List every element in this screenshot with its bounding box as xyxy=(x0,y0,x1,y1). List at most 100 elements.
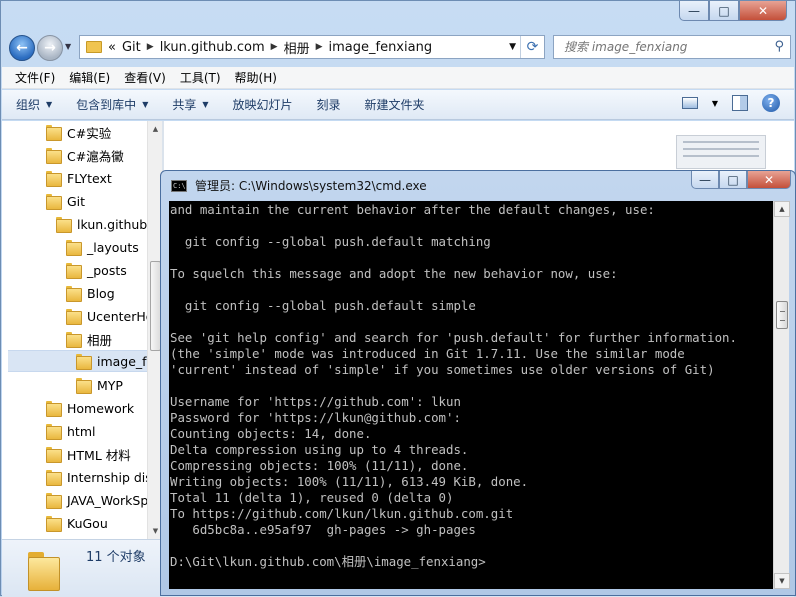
folder-icon xyxy=(46,171,62,187)
chevron-right-icon[interactable]: ▶ xyxy=(147,42,154,52)
console-line: Password for 'https://lkun@github.com': xyxy=(170,410,461,425)
tree-item[interactable]: 相册 xyxy=(66,328,112,350)
cmd-window: C:\ 管理员: C:\Windows\system32\cmd.exe — □… xyxy=(160,170,796,596)
tree-item-label: UcenterHo xyxy=(87,308,154,324)
breadcrumb-lkun-github[interactable]: lkun.github.com xyxy=(160,40,265,55)
tree-item[interactable]: FLYtext xyxy=(46,167,112,189)
preview-pane-icon[interactable] xyxy=(732,95,748,111)
address-bar[interactable]: « Git ▶ lkun.github.com ▶ 相册 ▶ image_fen… xyxy=(79,35,545,59)
breadcrumb-album[interactable]: 相册 xyxy=(284,38,310,57)
tree-item[interactable]: UcenterHo xyxy=(66,305,153,327)
tree-item[interactable]: MYP xyxy=(76,374,123,396)
share-label: 共享 xyxy=(172,98,197,112)
menu-tools[interactable]: 工具(T) xyxy=(173,69,228,86)
tree-item[interactable]: html xyxy=(46,420,95,442)
scrollbar-thumb[interactable] xyxy=(776,301,788,329)
tree-item-label: html xyxy=(67,423,96,439)
breadcrumb-git[interactable]: Git xyxy=(122,40,141,55)
cmd-minimize-button[interactable]: — xyxy=(691,171,719,189)
scroll-down-icon[interactable]: ▼ xyxy=(774,573,790,589)
chevron-right-icon[interactable]: ▶ xyxy=(271,42,278,52)
burn-label: 刻录 xyxy=(316,98,341,112)
tree-item[interactable]: HTML 材料 xyxy=(46,443,131,465)
menu-file[interactable]: 文件(F) xyxy=(8,69,62,86)
address-overflow[interactable]: « xyxy=(108,40,116,55)
file-thumbnail[interactable] xyxy=(676,135,766,169)
console-line: 'current' instead of 'simple' if you som… xyxy=(170,362,715,377)
tree-item[interactable]: Homework xyxy=(46,397,134,419)
recent-pages-dropdown[interactable]: ▼ xyxy=(65,42,71,51)
close-button[interactable]: ✕ xyxy=(739,1,787,21)
chevron-down-icon: ▼ xyxy=(202,100,209,109)
folder-icon xyxy=(46,401,62,417)
minimize-button[interactable]: — xyxy=(679,1,709,21)
refresh-icon[interactable]: ⟳ xyxy=(520,36,544,58)
navigation-pane: C#实验 C#滬為黴 FLYtext Git lkun.github.c _la… xyxy=(2,121,162,539)
folder-icon xyxy=(46,194,62,210)
breadcrumb-image-fenxiang[interactable]: image_fenxiang xyxy=(329,40,433,55)
organize-button[interactable]: 组织 ▼ xyxy=(16,96,52,113)
tree-item[interactable]: Internship dis xyxy=(46,466,152,488)
change-view-icon[interactable] xyxy=(681,97,698,109)
tree-item[interactable]: lkun.github.c xyxy=(56,213,158,235)
toolbar-right: ▼ ? xyxy=(681,94,780,112)
help-icon[interactable]: ? xyxy=(762,94,780,112)
chevron-down-icon[interactable]: ▼ xyxy=(509,36,516,58)
search-box[interactable]: ⚲ xyxy=(553,35,791,59)
menu-edit[interactable]: 编辑(E) xyxy=(62,69,117,86)
tree-item[interactable]: JAVA_WorkSp xyxy=(46,489,148,511)
folder-icon xyxy=(66,332,82,348)
new-folder-label: 新建文件夹 xyxy=(364,98,425,112)
slideshow-button[interactable]: 放映幻灯片 xyxy=(233,96,293,113)
tree-item-label: FLYtext xyxy=(67,170,112,186)
chevron-right-icon[interactable]: ▶ xyxy=(316,42,323,52)
new-folder-button[interactable]: 新建文件夹 xyxy=(365,96,425,113)
tree-item-label: _posts xyxy=(87,262,127,278)
search-icon[interactable]: ⚲ xyxy=(774,39,784,54)
console-output[interactable]: and maintain the current behavior after … xyxy=(169,201,773,589)
tree-item[interactable]: KuGou xyxy=(46,512,108,534)
chevron-down-icon: ▼ xyxy=(142,100,149,109)
folder-icon xyxy=(66,309,82,325)
tree-item[interactable]: Git xyxy=(46,190,85,212)
cmd-maximize-button[interactable]: □ xyxy=(719,171,747,189)
console-line: See 'git help config' and search for 'pu… xyxy=(170,330,737,345)
maximize-button[interactable]: □ xyxy=(709,1,739,21)
include-in-library-button[interactable]: 包含到库中 ▼ xyxy=(76,96,148,113)
navigation-bar: ← → ▼ « Git ▶ lkun.github.com ▶ 相册 ▶ ima… xyxy=(7,33,791,61)
cmd-title: 管理员: C:\Windows\system32\cmd.exe xyxy=(195,179,427,193)
tree-item[interactable]: C#实验 xyxy=(46,121,111,143)
tree-item-label: KuGou xyxy=(67,515,108,531)
console-icon[interactable]: C:\ xyxy=(171,179,187,192)
tree-item[interactable]: _posts xyxy=(66,259,127,281)
folder-icon xyxy=(56,217,72,233)
burn-button[interactable]: 刻录 xyxy=(317,96,341,113)
folder-icon xyxy=(76,378,92,394)
folder-icon xyxy=(66,240,82,256)
include-in-library-label: 包含到库中 xyxy=(76,98,137,112)
forward-button[interactable]: → xyxy=(37,35,63,61)
tree-item[interactable]: C#滬為黴 xyxy=(46,144,124,166)
cmd-close-button[interactable]: ✕ xyxy=(747,171,791,189)
share-button[interactable]: 共享 ▼ xyxy=(172,96,208,113)
scroll-up-icon[interactable]: ▲ xyxy=(774,201,790,217)
back-button[interactable]: ← xyxy=(9,35,35,61)
console-line: git config --global push.default matchin… xyxy=(170,234,491,249)
menu-help[interactable]: 帮助(H) xyxy=(228,69,284,86)
scroll-up-icon[interactable]: ▲ xyxy=(148,121,162,137)
menu-view[interactable]: 查看(V) xyxy=(117,69,173,86)
folder-icon xyxy=(86,41,102,53)
tree-item-selected[interactable]: image_fe xyxy=(8,350,162,372)
console-line: Total 11 (delta 1), reused 0 (delta 0) xyxy=(170,490,454,505)
console-line: To squelch this message and adopt the ne… xyxy=(170,266,618,281)
chevron-down-icon[interactable]: ▼ xyxy=(712,99,718,108)
cmd-scrollbar[interactable]: ▲ ▼ xyxy=(773,201,790,589)
tree-item-label: C#实验 xyxy=(67,125,112,141)
tree-item[interactable]: Blog xyxy=(66,282,115,304)
tree-item[interactable]: _layouts xyxy=(66,236,139,258)
console-line: Writing objects: 100% (11/11), 613.49 Ki… xyxy=(170,474,529,489)
search-input[interactable] xyxy=(562,39,762,55)
